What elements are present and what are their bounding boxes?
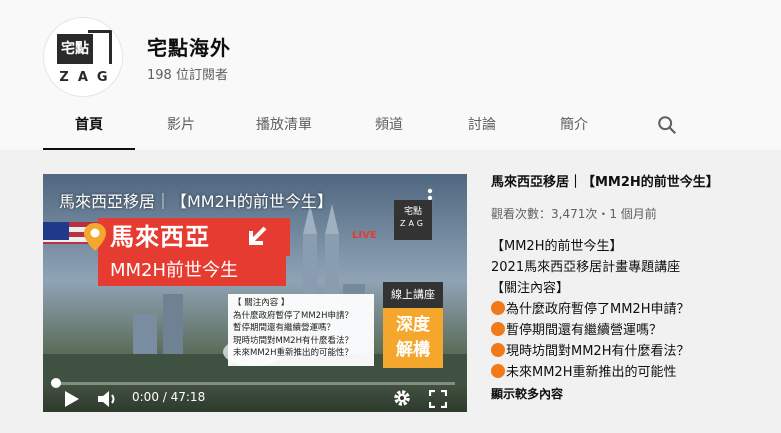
tab-playlists[interactable]: 播放清單: [227, 104, 341, 150]
tab-discussion[interactable]: 討論: [437, 104, 527, 150]
search-icon[interactable]: [656, 114, 678, 136]
channel-header: 宅點 ZAG 宅點海外 198 位訂閱者 首頁 影片 播放清單 頻道 討論 簡介: [0, 0, 781, 150]
location-pin-icon: [84, 223, 106, 251]
description-line-text: 暫停期間還有繼續營運嗎？: [506, 323, 663, 338]
notice-item: 現時坊間對MM2H有什麼看法？: [233, 335, 353, 346]
description-line: 現時坊間對MM2H有什麼看法？: [491, 341, 761, 362]
deep-tag-line: 深度: [396, 315, 430, 335]
description-line: 為什麼政府暫停了MM2H申請？: [491, 299, 761, 320]
description-line: 【關注內容】: [491, 278, 761, 299]
play-icon[interactable]: [65, 391, 79, 407]
video-title-link[interactable]: 馬來西亞移居｜【MM2H的前世今生】: [491, 174, 761, 192]
tab-about[interactable]: 簡介: [527, 104, 621, 150]
logo-subtext: ZAG: [59, 70, 117, 85]
description-line-text: 【關注內容】: [491, 281, 570, 296]
settings-gear-icon[interactable]: [392, 388, 412, 408]
description-line: 暫停期間還有繼續營運嗎？: [491, 320, 761, 341]
live-badge: LIVE: [352, 230, 377, 241]
video-title-overlay[interactable]: 馬來西亞移居｜【MM2H的前世今生】: [59, 188, 333, 212]
arrow-down-left-icon: [249, 226, 267, 245]
video-player[interactable]: 馬來西亞 MM2H前世今生 馬來西亞移居｜【MM2H的前世今生】 宅點 ZAG …: [43, 174, 467, 412]
description-line-text: 未來MM2H重新推出的可能性: [506, 365, 677, 380]
online-lecture-tag: 線上講座: [383, 282, 443, 308]
tab-channels[interactable]: 頻道: [341, 104, 437, 150]
description-line-text: 【MM2H的前世今生】: [491, 239, 623, 254]
channel-name: 宅點海外: [147, 36, 231, 60]
description-line-text: 現時坊間對MM2H有什麼看法？: [506, 344, 690, 359]
flag-canton: [43, 222, 69, 240]
notice-item: 未來MM2H重新推出的可能性？: [233, 348, 353, 358]
show-more-button[interactable]: 顯示較多內容: [491, 385, 761, 402]
notice-box: 【 關注內容 】 為什麼政府暫停了MM2H申請？ 暫停期間還有繼續營運嗎？ 現時…: [228, 294, 374, 366]
deep-tag-line: 解構: [396, 340, 430, 360]
description-line: 未來MM2H重新推出的可能性: [491, 362, 761, 383]
volume-icon[interactable]: [98, 390, 118, 408]
subscriber-count: 198 位訂閱者: [147, 68, 228, 83]
orange-circle-icon: [491, 364, 505, 378]
logo-roof-shape: [88, 30, 112, 64]
orange-circle-icon: [491, 301, 505, 315]
player-controls: 0:00 / 47:18: [43, 386, 467, 412]
channel-tabs: 首頁 影片 播放清單 頻道 討論 簡介: [43, 104, 621, 150]
description-line-text: 2021馬來西亞移居計畫專題講座: [491, 260, 681, 275]
fullscreen-icon[interactable]: [429, 390, 447, 408]
watermark-subtext: ZAG: [399, 219, 426, 228]
description-line: 【MM2H的前世今生】: [491, 236, 761, 257]
notice-item: 暫停期間還有繼續營運嗎？: [233, 323, 336, 333]
time-display: 0:00 / 47:18: [132, 390, 206, 404]
tab-videos[interactable]: 影片: [135, 104, 227, 150]
channel-watermark[interactable]: 宅點 ZAG: [394, 200, 432, 240]
thumbnail-subheadline: MM2H前世今生: [98, 256, 286, 286]
description-line-text: 為什麼政府暫停了MM2H申請？: [506, 302, 690, 317]
channel-avatar[interactable]: 宅點 ZAG: [43, 17, 123, 97]
notice-title: 【 關注內容 】: [233, 298, 290, 308]
description-lines: 【MM2H的前世今生】 2021馬來西亞移居計畫專題講座 【關注內容】 為什麼政…: [491, 236, 761, 383]
tab-home[interactable]: 首頁: [43, 104, 135, 150]
orange-circle-icon: [491, 322, 505, 336]
view-count-meta: 觀看次數：3,471次・1 個月前: [491, 207, 657, 221]
video-description: 馬來西亞移居｜【MM2H的前世今生】 觀看次數：3,471次・1 個月前 【MM…: [491, 174, 761, 402]
watermark-text: 宅點: [403, 207, 422, 217]
progress-bar[interactable]: [51, 378, 455, 388]
description-line: 2021馬來西亞移居計畫專題講座: [491, 257, 761, 278]
notice-item: 為什麼政府暫停了MM2H申請？: [233, 310, 353, 321]
orange-circle-icon: [491, 343, 505, 357]
deep-analysis-tag: 深度 解構: [383, 308, 443, 368]
